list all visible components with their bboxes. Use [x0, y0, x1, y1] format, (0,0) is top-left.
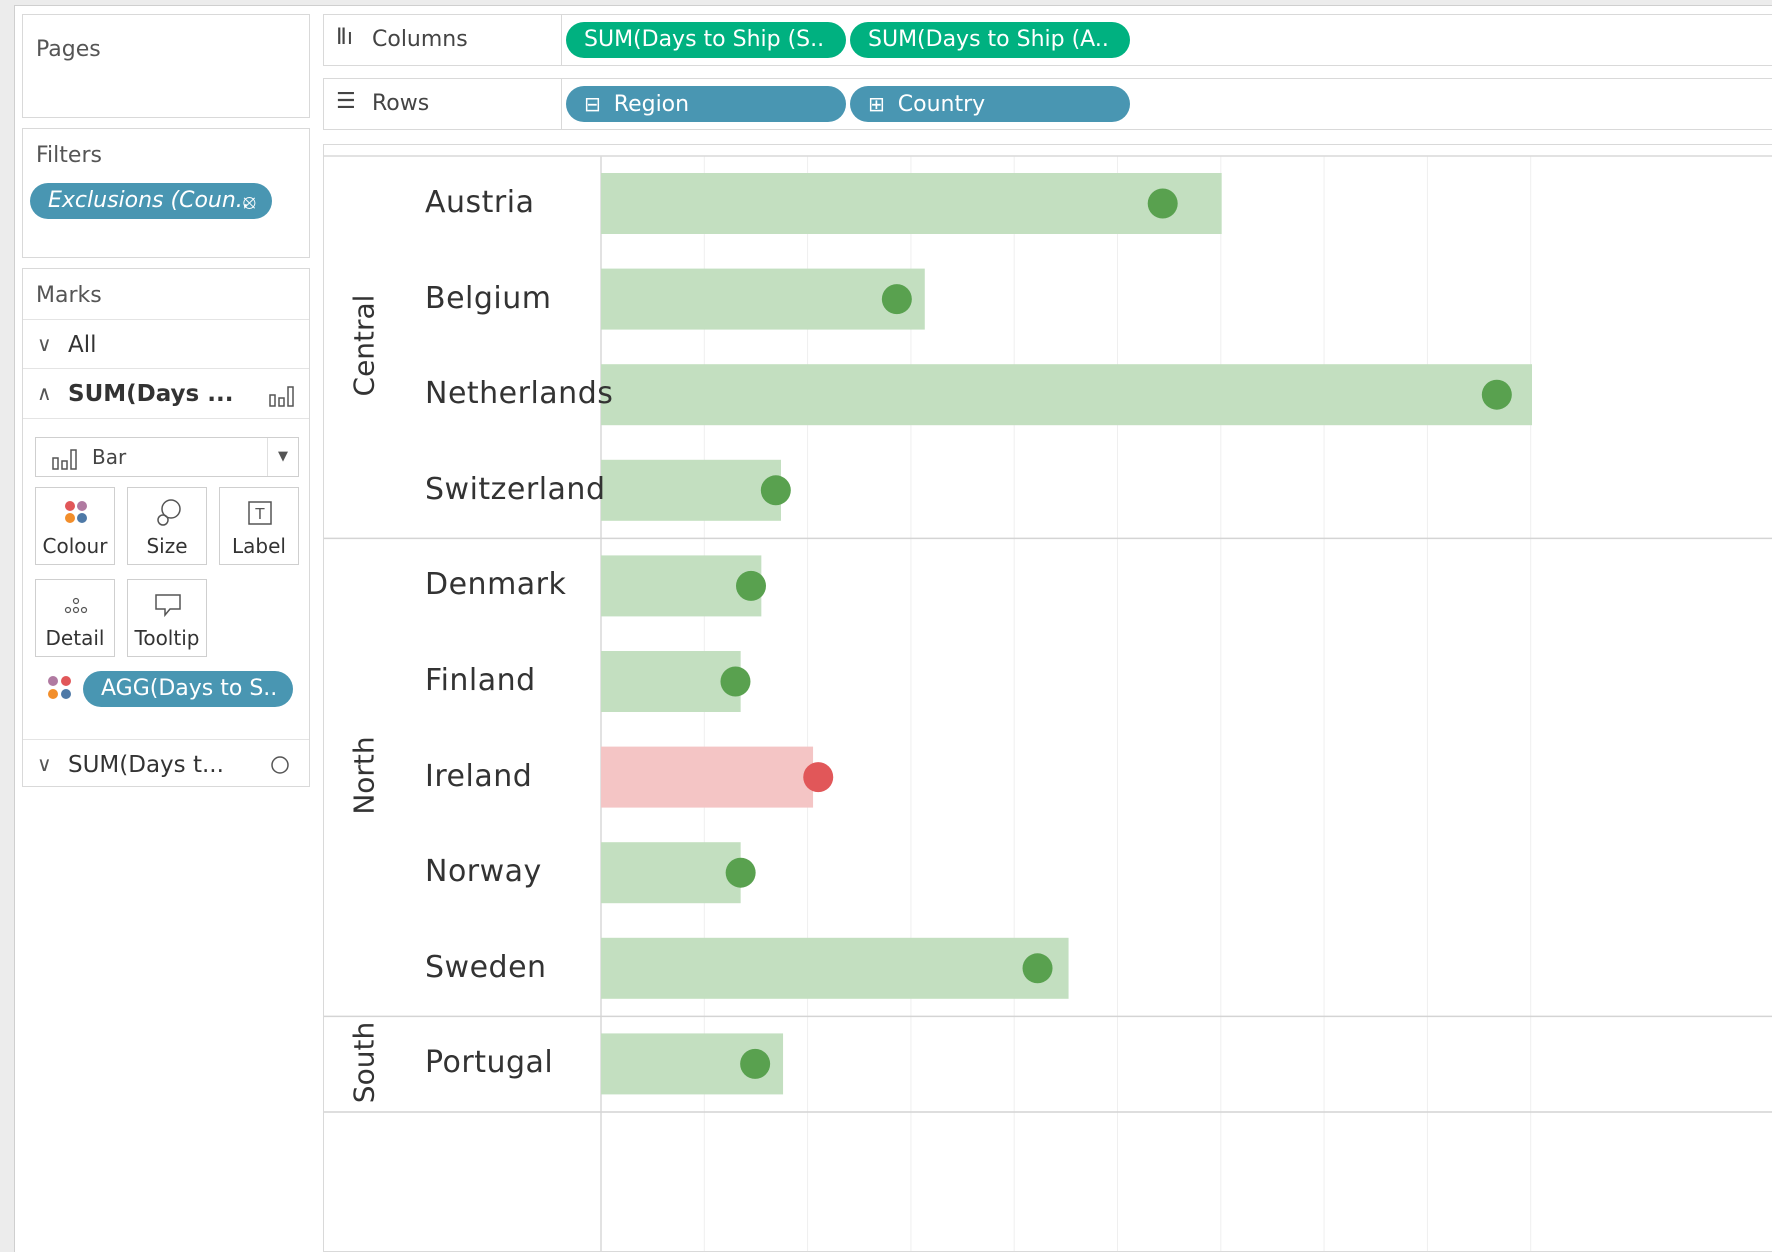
rows-pill-country[interactable]: ⊞ Country — [850, 86, 1130, 122]
chevron-down-icon: ∨ — [37, 752, 52, 776]
colour-button[interactable]: Colour — [35, 487, 115, 565]
country-label-netherlands[interactable]: Netherlands — [425, 376, 613, 411]
marks-all-row[interactable]: ∨ All — [23, 319, 309, 369]
pages-card[interactable]: Pages — [22, 14, 310, 118]
country-label-austria[interactable]: Austria — [425, 185, 534, 220]
country-label-finland[interactable]: Finland — [425, 663, 536, 698]
country-label-belgium[interactable]: Belgium — [425, 281, 552, 316]
colour-pill[interactable]: AGG(Days to S.. — [83, 671, 293, 707]
region-label-south[interactable]: South — [348, 963, 381, 1163]
tableau-worksheet: Pages Filters Exclusions (Coun.. ⦻ Marks… — [14, 5, 1772, 1252]
rows-shelf-header: ☰ Rows — [324, 79, 562, 129]
colour-dots-icon — [65, 501, 87, 523]
expand-icon: ⊞ — [868, 92, 885, 116]
dropdown-arrow-icon: ▼ — [267, 438, 298, 476]
marks-card2-label: SUM(Days t... — [68, 752, 224, 778]
circle-mark-icon — [271, 756, 289, 774]
chart-view[interactable]: Austria Belgium Netherlands Switzerland Denm… — [323, 144, 1772, 1252]
link-icon: ⦻ — [242, 189, 256, 213]
colour-dots-icon — [48, 676, 71, 699]
country-label-denmark[interactable]: Denmark — [425, 567, 566, 602]
detail-button[interactable]: Detail — [35, 579, 115, 657]
pages-title: Pages — [36, 37, 101, 62]
rows-pill-region-label: Region — [613, 92, 690, 117]
bar-chart-icon — [52, 449, 77, 470]
marks-card1-label: SUM(Days ... — [68, 381, 234, 407]
tooltip-button[interactable]: Tooltip — [127, 579, 207, 657]
tooltip-icon — [155, 594, 181, 618]
columns-shelf[interactable]: Ⅱı Columns SUM(Days to Ship (S.. SUM(Day… — [323, 14, 1772, 66]
tooltip-label: Tooltip — [134, 626, 200, 650]
filter-pill-exclusions[interactable]: Exclusions (Coun.. ⦻ — [30, 183, 272, 219]
bar-chart-icon — [269, 386, 294, 407]
marks-card2-row[interactable]: ∨ SUM(Days t... — [23, 739, 309, 789]
columns-icon: Ⅱı — [336, 25, 353, 50]
rows-label: Rows — [372, 91, 430, 116]
marks-all-label: All — [68, 332, 97, 358]
columns-pill-2[interactable]: SUM(Days to Ship (A.. — [850, 22, 1130, 58]
row-labels-layer: Austria Belgium Netherlands Switzerland Denm… — [324, 145, 1772, 1251]
size-label: Size — [146, 534, 188, 558]
filters-card[interactable]: Filters Exclusions (Coun.. ⦻ — [22, 128, 310, 258]
region-label-north[interactable]: North — [348, 676, 381, 876]
country-label-switzerland[interactable]: Switzerland — [425, 472, 606, 507]
marks-card1-row[interactable]: ∧ SUM(Days ... — [23, 369, 309, 419]
collapse-icon: ⊟ — [584, 92, 601, 116]
mark-type-select[interactable]: Bar ▼ — [35, 437, 299, 477]
country-label-sweden[interactable]: Sweden — [425, 950, 547, 985]
columns-pill-1[interactable]: SUM(Days to Ship (S.. — [566, 22, 846, 58]
rows-pill-region[interactable]: ⊟ Region — [566, 86, 846, 122]
colour-label: Colour — [42, 534, 108, 558]
rows-shelf[interactable]: ☰ Rows ⊟ Region ⊞ Country — [323, 78, 1772, 130]
detail-label: Detail — [45, 626, 105, 650]
filter-pill-label: Exclusions (Coun.. — [48, 188, 250, 213]
rows-icon: ☰ — [336, 89, 356, 114]
marks-card[interactable]: Marks ∨ All ∧ SUM(Days ... Bar ▼ Colour … — [22, 268, 310, 787]
chevron-up-icon: ∧ — [37, 381, 52, 405]
columns-label: Columns — [372, 27, 468, 52]
mark-type-value: Bar — [92, 445, 127, 469]
country-label-ireland[interactable]: Ireland — [425, 759, 532, 794]
rows-pill-country-label: Country — [897, 92, 986, 117]
columns-shelf-header: Ⅱı Columns — [324, 15, 562, 65]
label-button[interactable]: T Label — [219, 487, 299, 565]
size-icon — [157, 499, 181, 526]
country-label-norway[interactable]: Norway — [425, 854, 542, 889]
country-label-portugal[interactable]: Portugal — [425, 1045, 553, 1080]
size-button[interactable]: Size — [127, 487, 207, 565]
label-label: Label — [232, 534, 286, 558]
detail-dots-icon — [64, 597, 88, 614]
chevron-down-icon: ∨ — [37, 332, 52, 356]
filters-title: Filters — [36, 143, 102, 168]
marks-title: Marks — [36, 283, 102, 308]
svg-text:T: T — [254, 505, 265, 523]
text-label-icon: T — [248, 501, 272, 525]
region-label-central[interactable]: Central — [348, 246, 381, 446]
